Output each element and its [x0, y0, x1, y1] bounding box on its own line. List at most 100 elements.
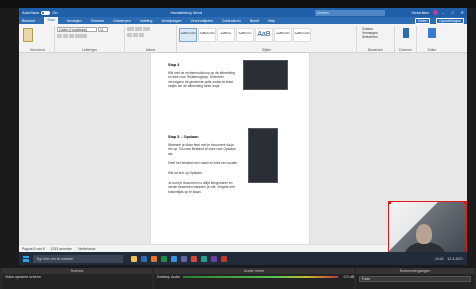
paragraph: Je kunt je document nu altijd terugvinde… — [168, 181, 235, 194]
numbering-icon[interactable] — [135, 27, 142, 31]
transition-select[interactable]: Fade — [359, 276, 471, 282]
tab-review[interactable]: Controleren — [222, 19, 241, 23]
word-icon[interactable] — [141, 255, 147, 262]
group-label: Lettertype — [81, 48, 98, 52]
document-title: Handleiding Word — [170, 10, 203, 15]
obs-panels: Scènes Video opname scherm Audio mixer D… — [0, 268, 476, 289]
teams-icon[interactable] — [181, 255, 187, 262]
style-subtitle[interactable]: AaBbCcD — [274, 28, 292, 42]
maximize-icon[interactable]: □ — [451, 10, 453, 15]
tab-insert[interactable]: Invoegen — [67, 19, 82, 23]
volume-meter — [183, 275, 338, 279]
paragraph: Klik tot slot op Opslaan. — [168, 171, 203, 175]
file-explorer-icon[interactable] — [131, 255, 137, 262]
tab-help[interactable]: Help — [268, 19, 275, 23]
select-button[interactable]: Selecteren — [359, 35, 392, 39]
tab-references[interactable]: Verwijzingen — [161, 19, 181, 23]
obs-icon[interactable] — [211, 255, 217, 262]
share-button[interactable]: Delen — [415, 17, 431, 24]
avatar[interactable] — [433, 10, 438, 15]
tab-view[interactable]: Beeld — [250, 19, 259, 23]
excel-icon[interactable] — [161, 255, 167, 262]
tab-design[interactable]: Ontwerpen — [113, 19, 131, 23]
heading-step-4: Stap 4 — [168, 63, 180, 67]
resize-handle[interactable] — [464, 202, 466, 204]
microphone-icon[interactable] — [402, 28, 409, 38]
taskbar-search[interactable]: Typ hier om te zoeken — [33, 254, 123, 263]
style-normal[interactable]: AaBbCcDd — [179, 28, 197, 42]
clock-date[interactable]: 12-3-2021 — [448, 257, 463, 261]
app-icon[interactable] — [201, 255, 207, 262]
style-heading-1[interactable]: AaBbCc — [217, 28, 235, 42]
group-styles: AaBbCcDd AaBbCcDd AaBbCc AaBbCcC AaB AaB… — [177, 26, 357, 53]
group-label: Klembord — [30, 48, 45, 52]
screenshot-image[interactable] — [243, 60, 288, 90]
font-name-select[interactable]: Calibri (Hoofdtekst) — [57, 27, 97, 32]
tab-file[interactable]: Bestand — [22, 19, 35, 23]
group-editing: Zoeken Vervangen Selecteren Bewerken — [357, 26, 395, 53]
underline-icon[interactable] — [69, 34, 74, 38]
record-icon[interactable] — [221, 255, 227, 262]
group-clipboard: Klembord — [21, 26, 55, 53]
tab-mailings[interactable]: Verzendlijsten — [191, 19, 213, 23]
clock-time[interactable]: 10:42 — [435, 257, 444, 261]
search-input[interactable]: Zoeken — [315, 9, 385, 16]
style-heading-2[interactable]: AaBbCcC — [236, 28, 254, 42]
comments-button[interactable]: Opmerkingen — [436, 17, 464, 24]
transitions-panel: Scèneovergangen Fade — [356, 268, 474, 289]
chrome-icon[interactable] — [191, 255, 197, 262]
group-label: Alinea — [145, 48, 156, 52]
screenshot-image[interactable] — [248, 128, 278, 183]
close-icon[interactable]: ✕ — [461, 10, 464, 15]
toggle-icon[interactable] — [41, 10, 51, 15]
scene-item[interactable]: Video opname scherm — [2, 274, 152, 280]
style-emphasis[interactable]: AaBbCcDd — [293, 28, 311, 42]
user-name[interactable]: Gebruiker — [389, 10, 429, 15]
word-count[interactable]: 1253 woorden — [51, 247, 73, 251]
autosave-toggle[interactable]: AutoSave On — [22, 10, 58, 15]
document-page[interactable]: Stap 4 Klik met de rechtermuisknop op de… — [151, 53, 309, 244]
tab-home[interactable]: Start — [44, 17, 58, 24]
font-color-icon[interactable] — [75, 34, 87, 38]
bullets-icon[interactable] — [127, 27, 134, 31]
editor-icon[interactable] — [428, 28, 436, 38]
minimize-icon[interactable]: – — [442, 10, 444, 15]
mixer-channel: Desktop Audio 0.0 dB — [154, 274, 354, 280]
system-tray: 10:42 12-3-2021 — [435, 257, 463, 261]
indent-icon[interactable] — [143, 27, 150, 31]
page-count[interactable]: Pagina 5 van 6 — [22, 247, 45, 251]
mixer-level: 0.0 dB — [343, 275, 354, 279]
paragraph: Wanneer je klaar bent met je document sl… — [168, 143, 236, 156]
resize-handle[interactable] — [389, 202, 391, 204]
paste-icon[interactable] — [23, 28, 33, 42]
style-no-spacing[interactable]: AaBbCcDd — [198, 28, 216, 42]
group-font: Calibri (Hoofdtekst) 11 Lettertype — [55, 26, 125, 53]
group-label: Editor — [427, 48, 437, 52]
audio-mixer-panel: Audio mixer Desktop Audio 0.0 dB — [154, 268, 354, 289]
autosave-state: On — [52, 10, 58, 15]
align-right-icon[interactable] — [139, 33, 144, 37]
powerpoint-icon[interactable] — [151, 255, 157, 262]
heading-step-5: Stap 5 – Opslaan — [168, 135, 199, 139]
windows-start-icon[interactable] — [23, 255, 29, 262]
language[interactable]: Nederlands — [78, 247, 95, 251]
style-gallery: AaBbCcDd AaBbCcDd AaBbCc AaBbCcC AaB AaB… — [179, 28, 354, 42]
style-title[interactable]: AaB — [255, 28, 273, 42]
group-dictate: Dicteren — [395, 26, 417, 53]
edge-icon[interactable] — [171, 255, 177, 262]
group-label: Bewerken — [367, 48, 384, 52]
taskbar: Typ hier om te zoeken 10:42 12-3-2021 — [19, 252, 467, 265]
italic-icon[interactable] — [63, 34, 68, 38]
group-paragraph: Alinea — [125, 26, 177, 53]
mixer-source: Desktop Audio — [157, 275, 181, 279]
align-center-icon[interactable] — [133, 33, 138, 37]
title-bar: AutoSave On Handleiding Word Zoeken Gebr… — [19, 8, 467, 17]
font-size-select[interactable]: 11 — [98, 27, 108, 32]
transitions-title: Scèneovergangen — [356, 268, 474, 274]
tab-draw[interactable]: Tekenen — [91, 19, 105, 23]
paragraph: Klik met de rechtermuisknop op de afbeel… — [168, 71, 235, 89]
align-left-icon[interactable] — [127, 33, 132, 37]
webcam-person-head — [416, 224, 432, 244]
tab-layout[interactable]: Indeling — [140, 19, 153, 23]
bold-icon[interactable] — [57, 34, 62, 38]
